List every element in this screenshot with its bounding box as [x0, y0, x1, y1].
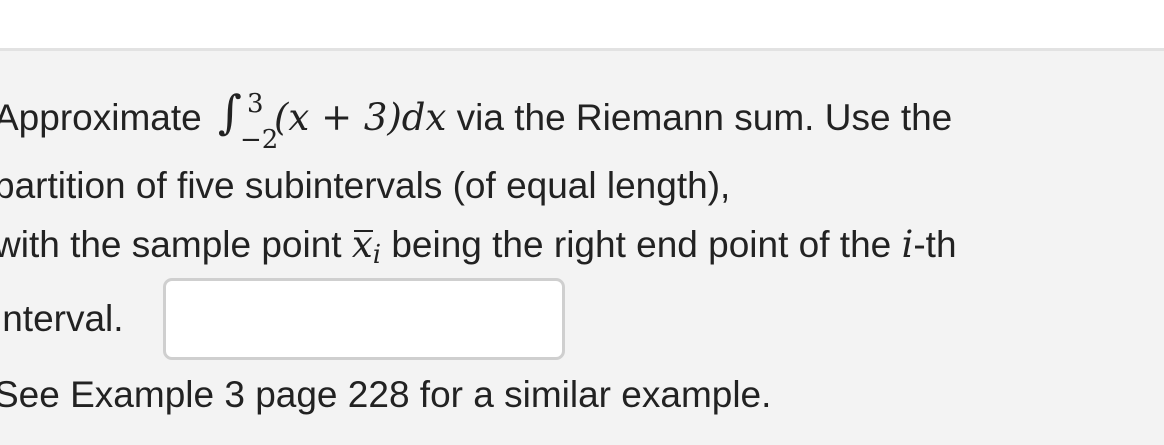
- question-line-3-end: -th: [913, 224, 957, 265]
- sample-point-subscript: i: [372, 240, 382, 270]
- question-line-1-rest: via the Riemann sum. Use the: [446, 97, 953, 138]
- integral-sign: ∫: [218, 85, 242, 139]
- integral-expression: ∫ 3 −2: [212, 89, 278, 155]
- top-banner: [0, 0, 1164, 51]
- integrand: (x + 3)dx: [274, 96, 447, 139]
- sample-point-variable: x: [351, 223, 373, 266]
- index-variable: i: [901, 223, 914, 266]
- example-reference: See Example 3 page 228 for a similar exa…: [0, 374, 772, 415]
- question-line-3-start: with the sample point: [0, 224, 352, 265]
- question-line-2: partition of five subintervals (of equal…: [0, 165, 731, 206]
- answer-input[interactable]: [163, 278, 565, 360]
- question-intro: Approximate: [0, 97, 202, 138]
- question-line-3-middle: being the right end point of the: [381, 224, 902, 265]
- question-line-4: interval.: [0, 298, 124, 339]
- question-line-3: with the sample point xi being the right…: [0, 222, 957, 278]
- question-line-1: Approximate ∫ 3 −2 (x + 3)dx via the Rie…: [0, 89, 953, 155]
- integral-lower-limit: −2: [240, 125, 279, 155]
